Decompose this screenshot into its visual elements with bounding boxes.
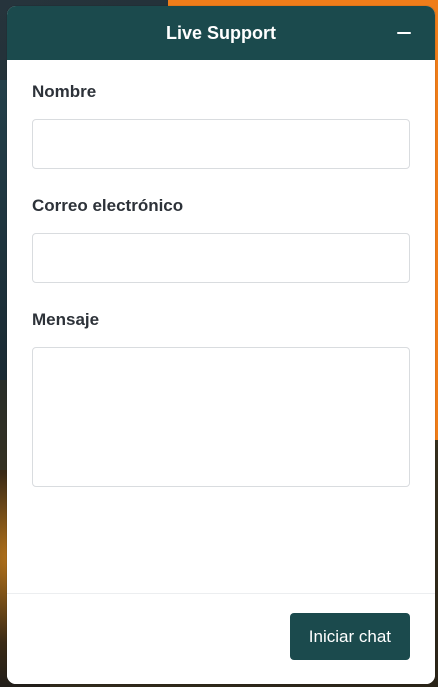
message-field-group: Mensaje (32, 310, 410, 487)
message-textarea[interactable] (32, 347, 410, 487)
name-field-group: Nombre (32, 82, 410, 169)
minimize-button[interactable] (391, 20, 417, 46)
name-label: Nombre (32, 82, 97, 101)
minus-icon (397, 32, 411, 34)
email-field-group: Correo electrónico (32, 196, 410, 283)
widget-title: Live Support (165, 22, 276, 43)
prechat-form: Nombre Correo electrónico Mensaje (7, 60, 435, 487)
live-support-widget: Live Support Nombre Correo electrónico M… (7, 6, 435, 684)
widget-header: Live Support (7, 6, 435, 60)
name-input[interactable] (32, 119, 410, 169)
message-label: Mensaje (32, 310, 100, 329)
email-input[interactable] (32, 233, 410, 283)
email-label: Correo electrónico (32, 196, 184, 215)
widget-footer: Iniciar chat (7, 593, 435, 684)
start-chat-button[interactable]: Iniciar chat (289, 613, 410, 660)
